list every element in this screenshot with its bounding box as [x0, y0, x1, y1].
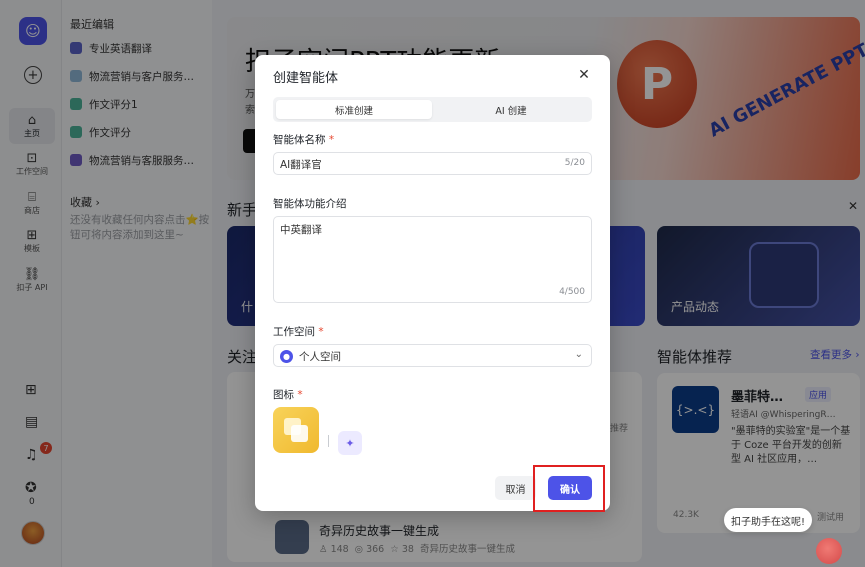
- desc-char-count: 4/500: [559, 287, 585, 297]
- assistant-bubble[interactable]: 扣子助手在这呢!: [724, 508, 812, 532]
- required-mark: *: [297, 389, 303, 401]
- chevron-down-icon: ⌄: [574, 349, 583, 360]
- close-icon[interactable]: ✕: [576, 67, 592, 83]
- workspace-select[interactable]: ● 个人空间 ⌄: [273, 344, 592, 367]
- agent-desc-value: 中英翻译: [280, 224, 322, 236]
- required-mark: *: [328, 134, 335, 146]
- icon-label: 图标 *: [273, 387, 303, 402]
- required-mark: *: [318, 326, 324, 338]
- name-char-count: 5/20: [564, 158, 585, 168]
- cancel-button[interactable]: 取消: [495, 476, 536, 500]
- highlight-box: [533, 465, 605, 512]
- dialog-title: 创建智能体: [273, 71, 339, 86]
- tab-ai-create[interactable]: AI 创建: [433, 100, 589, 119]
- create-agent-dialog: 创建智能体 ✕ 标准创建 AI 创建 智能体名称 * AI翻译官 5/20 智能…: [255, 55, 610, 511]
- assistant-mascot-icon[interactable]: [816, 538, 842, 564]
- divider: [328, 435, 329, 447]
- agent-desc-textarea[interactable]: 中英翻译 4/500: [273, 216, 592, 303]
- workspace-label-text: 工作空间: [273, 326, 315, 338]
- name-label: 智能体名称 *: [273, 132, 334, 147]
- user-icon: ●: [280, 350, 293, 363]
- workspace-label: 工作空间 *: [273, 324, 324, 339]
- name-label-text: 智能体名称: [273, 134, 326, 146]
- desc-label: 智能体功能介绍: [273, 198, 347, 210]
- icon-square-shape: [291, 425, 308, 442]
- agent-icon-upload[interactable]: [273, 407, 319, 453]
- workspace-value: 个人空间: [299, 351, 341, 363]
- agent-name-value: AI翻译官: [280, 159, 322, 171]
- icon-label-text: 图标: [273, 389, 294, 401]
- tab-standard[interactable]: 标准创建: [276, 100, 432, 119]
- ai-generate-icon-button[interactable]: ✦: [338, 431, 362, 455]
- create-mode-tabs: 标准创建 AI 创建: [273, 97, 592, 122]
- agent-name-input[interactable]: AI翻译官 5/20: [273, 152, 592, 175]
